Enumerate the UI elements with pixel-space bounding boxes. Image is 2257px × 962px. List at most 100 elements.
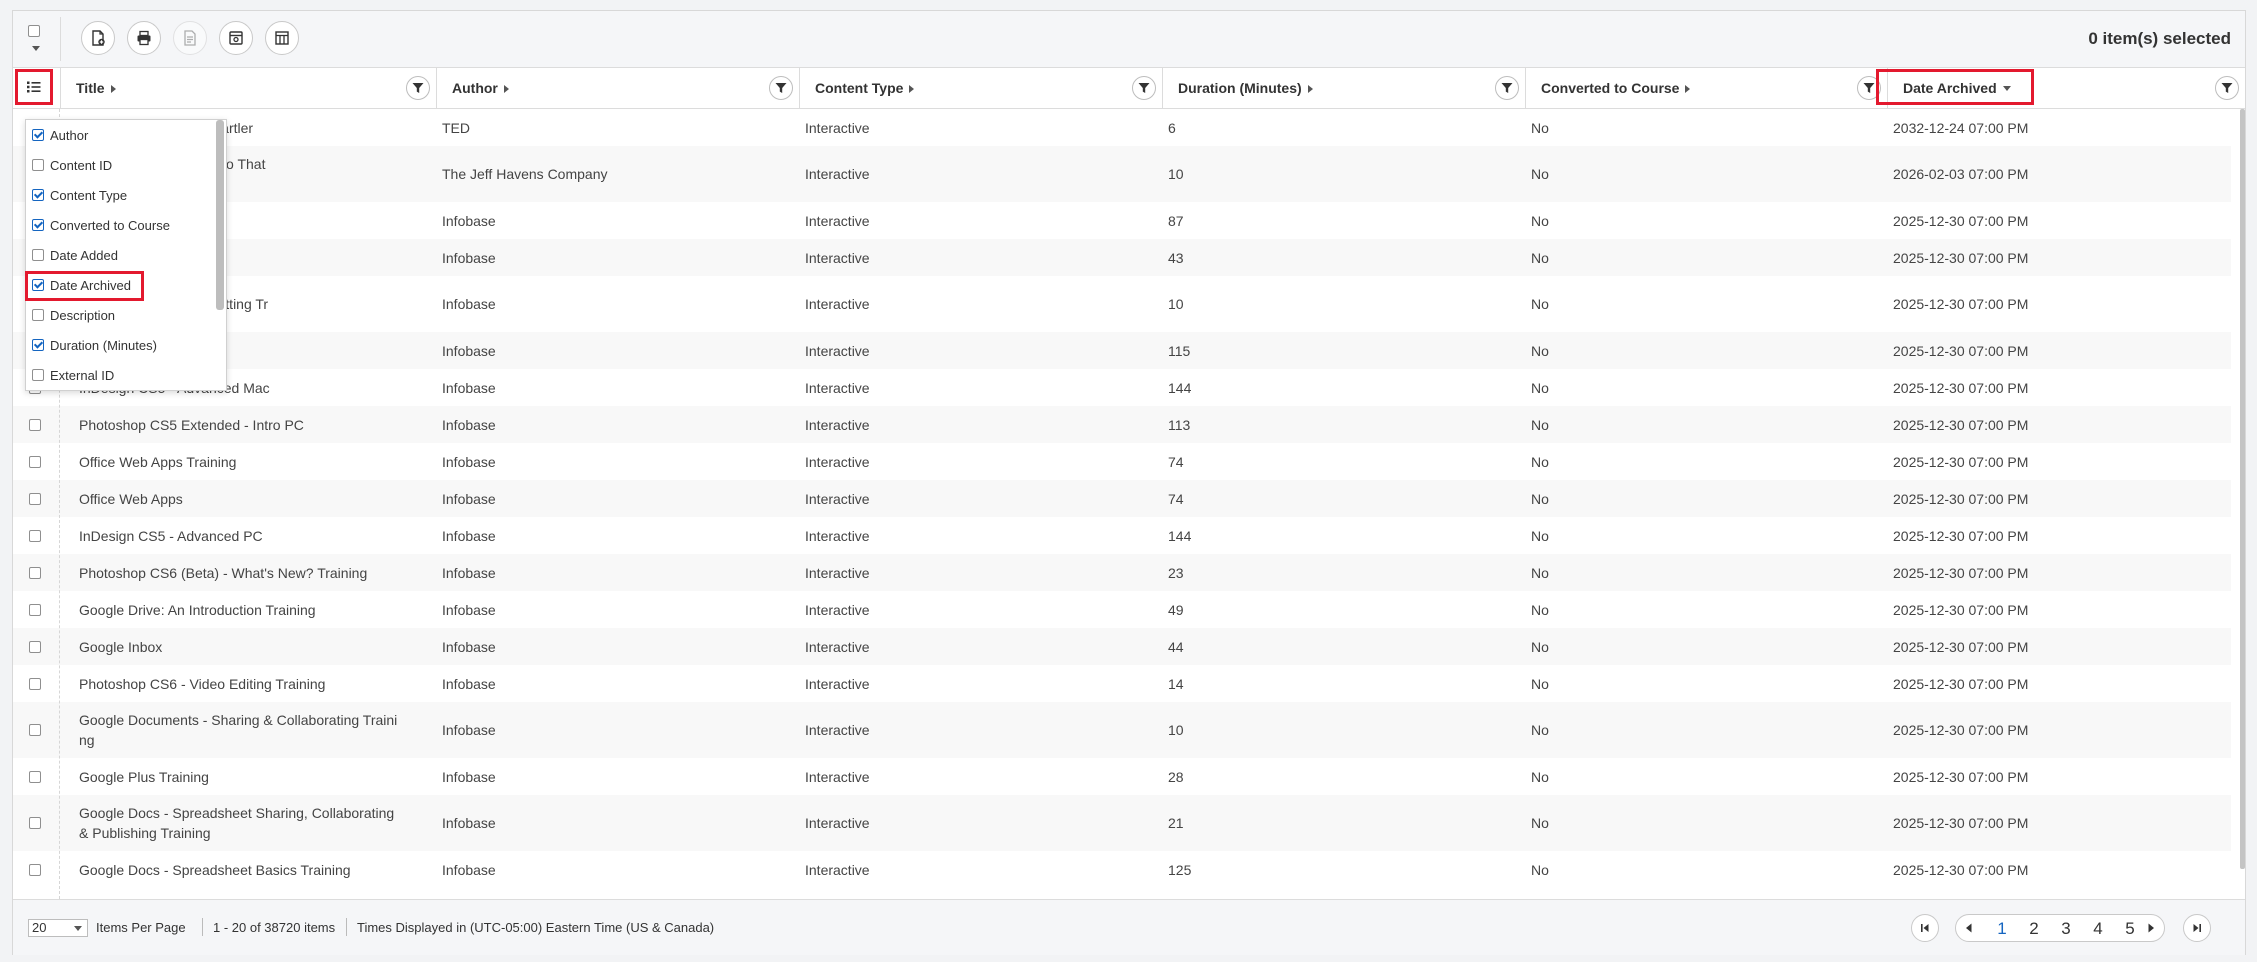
sort-icon	[503, 85, 509, 94]
column-option[interactable]: Converted to Course	[32, 214, 170, 236]
column-header-converted[interactable]: Converted to Course	[1525, 68, 1887, 108]
column-option[interactable]: Content ID	[32, 154, 112, 176]
table-row[interactable]: InDesign CS5 - Advanced MacInfobaseInter…	[13, 369, 2231, 406]
cell-content-type: Interactive	[805, 250, 870, 266]
cell-title[interactable]: Google Docs - Spreadsheet Sharing, Colla…	[79, 803, 394, 843]
row-checkbox[interactable]	[29, 530, 41, 542]
column-option-checkbox[interactable]	[32, 219, 44, 231]
row-checkbox[interactable]	[29, 456, 41, 468]
table-row[interactable]: Google Plus Training Infobase Interactive 2…	[13, 758, 2231, 795]
column-header-author[interactable]: Author	[436, 68, 799, 108]
row-checkbox[interactable]	[29, 678, 41, 690]
column-option-checkbox[interactable]	[32, 369, 44, 381]
previous-page-button[interactable]	[1955, 914, 1983, 942]
cell-content-type: Interactive	[805, 565, 870, 581]
cell-title[interactable]: Google Docs - Spreadsheet Basics Trainin…	[79, 860, 351, 880]
column-header-title[interactable]: Title	[60, 68, 436, 108]
cell-title[interactable]: Google Plus Training	[79, 767, 319, 787]
table-row[interactable]: Google Docs - Spreadsheet Sharing, Colla…	[13, 795, 2231, 851]
column-chooser-button[interactable]	[15, 69, 53, 105]
items-per-page-value: 20	[32, 920, 47, 935]
column-option[interactable]: Duration (Minutes)	[32, 334, 157, 356]
table-row[interactable]: InDesign CS5 - Advanced PC Infobase Intera…	[13, 517, 2231, 554]
filter-button-title[interactable]	[406, 76, 430, 100]
column-header-duration[interactable]: Duration (Minutes)	[1162, 68, 1525, 108]
select-all-checkbox[interactable]	[28, 25, 40, 37]
row-checkbox[interactable]	[29, 604, 41, 616]
column-option[interactable]: Description	[32, 304, 115, 326]
column-option-checkbox[interactable]	[32, 309, 44, 321]
cell-title[interactable]: Google Inbox	[79, 637, 319, 657]
table-row[interactable]: Infobase Interactive 115 No 2025-12-30 07:00…	[13, 332, 2231, 369]
page-number-button[interactable]: 4	[2085, 919, 2111, 939]
cell-title[interactable]: InDesign CS5 - Advanced PC	[79, 526, 319, 546]
table-row[interactable]: Photoshop CS6 - Video Editing Training In…	[13, 665, 2231, 702]
table-row[interactable]: Office Web Apps Training Infobase Interact…	[13, 443, 2231, 480]
cell-title[interactable]: Google Drive: An Introduction Training	[79, 600, 319, 620]
table-row[interactable]: Google Docs - Spreadsheet Basics Trainin…	[13, 851, 2231, 888]
cell-title[interactable]: Office Web Apps	[79, 489, 319, 509]
page-number-button[interactable]: 1	[1989, 919, 2015, 939]
archive-button[interactable]	[219, 21, 253, 55]
table-row[interactable]: Office Web Apps Infobase Interactive 74 No 20…	[13, 480, 2231, 517]
table-row[interactable]: Google Drive: An Introduction Training In…	[13, 591, 2231, 628]
print-button[interactable]	[127, 21, 161, 55]
table-row[interactable]: dsheet Editing & Formatting TrInfobaseIn…	[13, 276, 2231, 332]
cell-title[interactable]: Office Web Apps Training	[79, 452, 319, 472]
filter-button-author[interactable]	[769, 76, 793, 100]
cell-title[interactable]: Photoshop CS6 (Beta) - What's New? Train…	[79, 563, 367, 583]
cell-title[interactable]: Photoshop CS6 - Video Editing Training	[79, 674, 325, 694]
column-option-checkbox[interactable]	[32, 249, 44, 261]
cell-title[interactable]: Photoshop CS5 Extended - Intro PC	[79, 415, 319, 435]
last-page-button[interactable]	[2183, 914, 2211, 942]
report-button[interactable]	[173, 21, 207, 55]
cell-converted: No	[1531, 815, 1549, 831]
filter-button-date-archived[interactable]	[2215, 76, 2239, 100]
cell-converted: No	[1531, 862, 1549, 878]
column-option-checkbox[interactable]	[32, 129, 44, 141]
table-row[interactable]: ne be made? | Dan KwartlerTEDInteractive…	[13, 109, 2231, 146]
vertical-scrollbar[interactable]	[2240, 109, 2245, 869]
page-number-button[interactable]: 2	[2021, 919, 2047, 939]
table-row[interactable]: ce: How to Use Email So That Hurt YouThe…	[13, 146, 2231, 202]
row-checkbox[interactable]	[29, 493, 41, 505]
cell-title[interactable]: Google Documents - Sharing & Collaborati…	[79, 710, 397, 750]
column-option[interactable]: Author	[32, 124, 88, 146]
column-header-content-type[interactable]: Content Type	[799, 68, 1162, 108]
item-range: 1 - 20 of 38720 items	[213, 920, 336, 935]
sort-icon	[909, 85, 915, 94]
row-checkbox[interactable]	[29, 419, 41, 431]
cell-converted: No	[1531, 380, 1549, 396]
table-row[interactable]: Google Documents - Sharing & Collaborati…	[13, 702, 2231, 758]
table-row[interactable]: eInfobaseInteractive43No2025-12-30 07:00…	[13, 239, 2231, 276]
filter-button-content-type[interactable]	[1132, 76, 1156, 100]
row-checkbox[interactable]	[29, 817, 41, 829]
items-per-page-select[interactable]: 20	[28, 919, 88, 937]
select-all-dropdown[interactable]	[25, 23, 45, 57]
page-number-button[interactable]: 3	[2053, 919, 2079, 939]
column-chooser-scrollbar[interactable]	[216, 120, 224, 310]
row-checkbox[interactable]	[29, 771, 41, 783]
row-checkbox[interactable]	[29, 724, 41, 736]
column-option-checkbox[interactable]	[32, 159, 44, 171]
column-chooser-menu: Author Content ID Content Type Converted to…	[25, 119, 227, 391]
columns-button[interactable]	[265, 21, 299, 55]
table-row[interactable]: Photoshop CS6 (Beta) - What's New? Train…	[13, 554, 2231, 591]
next-page-button[interactable]	[2137, 914, 2165, 942]
column-option[interactable]: Content Type	[32, 184, 127, 206]
column-option[interactable]: External ID	[32, 364, 114, 386]
chevron-right-icon	[2148, 923, 2154, 933]
column-option-checkbox[interactable]	[32, 189, 44, 201]
column-option-checkbox[interactable]	[32, 339, 44, 351]
add-content-button[interactable]	[81, 21, 115, 55]
cell-date-archived: 2025-12-30 07:00 PM	[1893, 380, 2029, 396]
table-row[interactable]: Infobase Interactive 87 No 2025-12-30 07:00 …	[13, 202, 2231, 239]
column-option[interactable]: Date Added	[32, 244, 118, 266]
row-checkbox[interactable]	[29, 641, 41, 653]
row-checkbox[interactable]	[29, 864, 41, 876]
table-row[interactable]: Google Inbox Infobase Interactive 44 No 2025-…	[13, 628, 2231, 665]
table-row[interactable]: Photoshop CS5 Extended - Intro PC Infobas…	[13, 406, 2231, 443]
filter-button-duration[interactable]	[1495, 76, 1519, 100]
row-checkbox[interactable]	[29, 567, 41, 579]
first-page-button[interactable]	[1911, 914, 1939, 942]
